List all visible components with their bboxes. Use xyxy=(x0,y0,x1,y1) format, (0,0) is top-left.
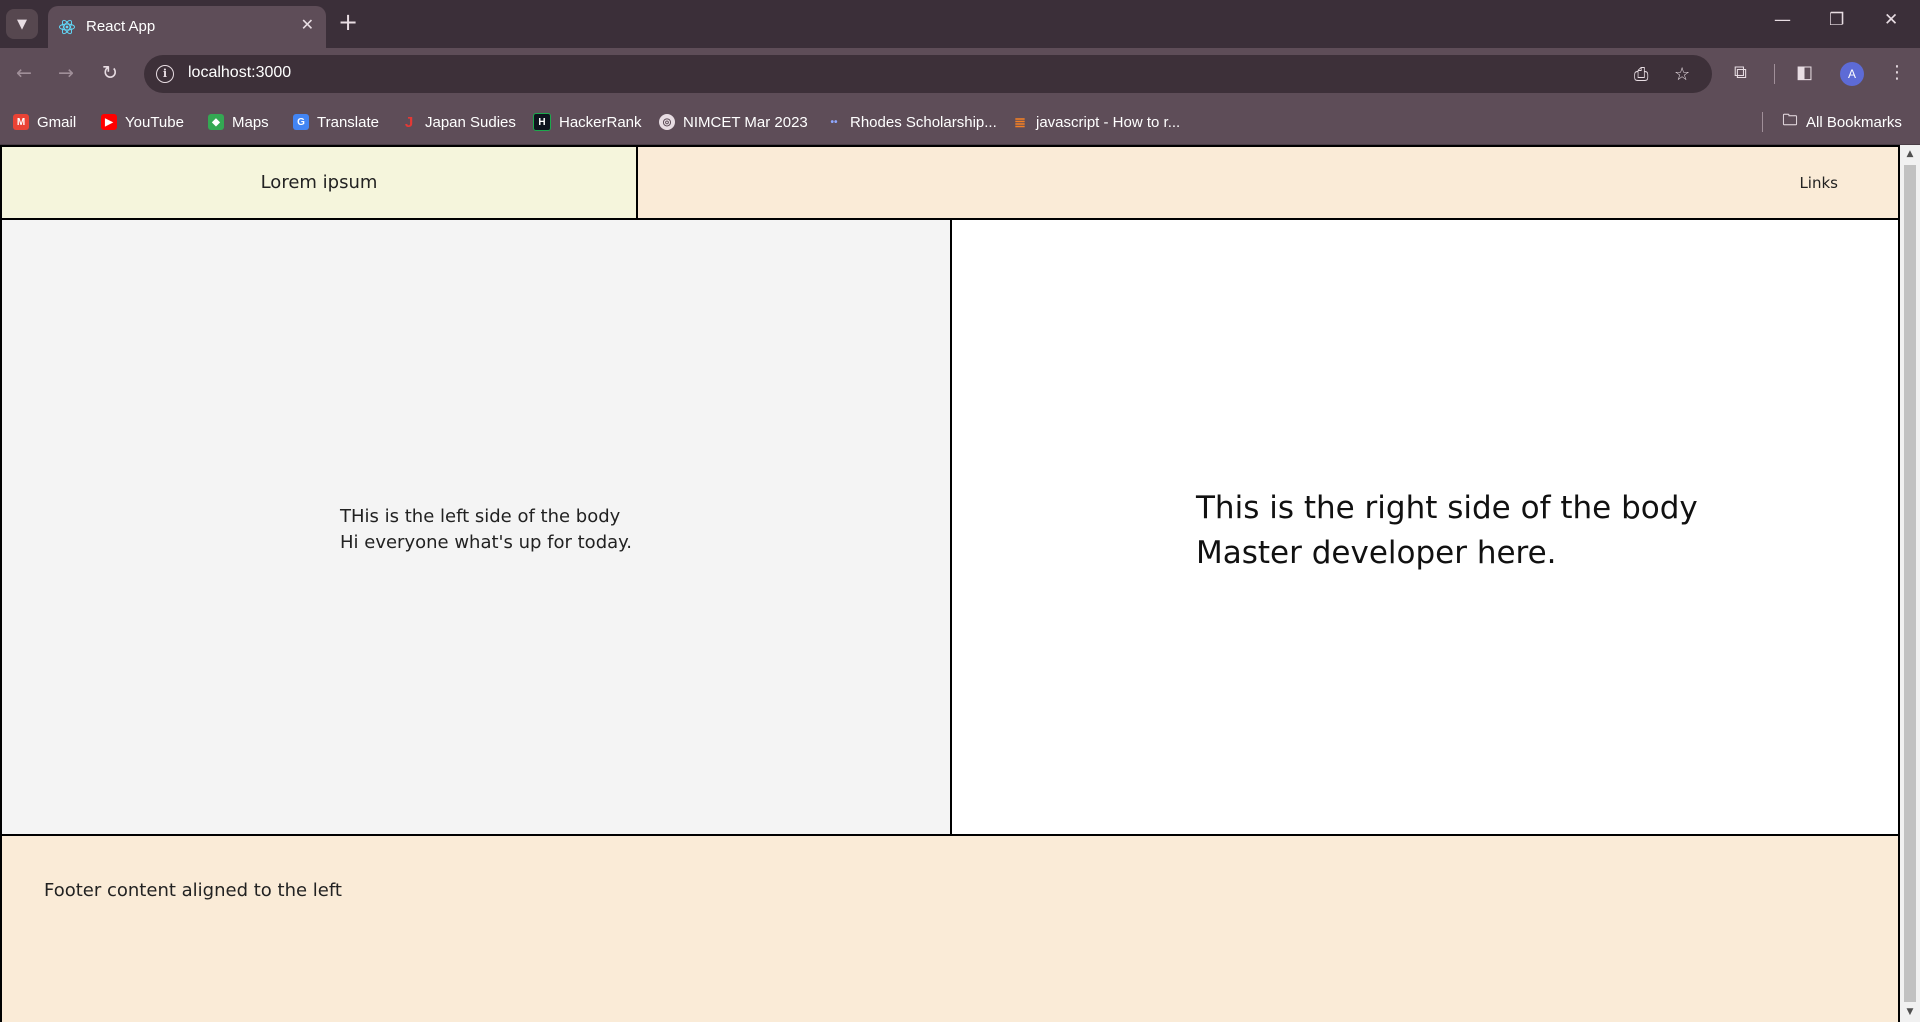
side-panel-icon[interactable]: ◧ xyxy=(1796,62,1813,83)
body-right-line-1: This is the right side of the body xyxy=(1196,490,1698,526)
bookmark-label: Maps xyxy=(232,113,269,131)
site-info-icon[interactable]: i xyxy=(156,65,174,83)
footer-text: Footer content aligned to the left xyxy=(44,880,342,901)
forward-icon[interactable]: → xyxy=(58,62,74,84)
bookmark-maps[interactable]: ◆ Maps xyxy=(208,111,269,133)
youtube-icon: ▶ xyxy=(101,114,117,130)
address-url[interactable]: localhost:3000 xyxy=(188,64,291,82)
all-bookmarks-button[interactable]: 🗀 All Bookmarks xyxy=(1782,111,1902,133)
tab-title: React App xyxy=(86,18,156,35)
body-left-text: THis is the left side of the body Hi eve… xyxy=(340,504,632,556)
toolbar-divider xyxy=(1774,64,1775,84)
browser-toolbar: ← → ↻ i localhost:3000 ⎙ ☆ ⧉ ◧ A ⋮ xyxy=(0,48,1920,100)
bookmark-stackoverflow[interactable]: ≣ javascript - How to r... xyxy=(1012,111,1180,133)
bookmark-translate[interactable]: G Translate xyxy=(293,111,379,133)
bookmark-label: YouTube xyxy=(125,113,184,131)
translate-icon: G xyxy=(293,114,309,130)
bookmark-japan-studies[interactable]: J Japan Sudies xyxy=(401,111,516,133)
body-left-line-2: Hi everyone what's up for today. xyxy=(340,532,632,553)
page-viewport: Lorem ipsum Links THis is the left side … xyxy=(0,145,1900,1022)
address-bar[interactable]: i localhost:3000 ⎙ ☆ xyxy=(144,55,1712,93)
star-icon[interactable]: ☆ xyxy=(1674,64,1690,85)
all-bookmarks-label: All Bookmarks xyxy=(1806,113,1902,131)
scrollbar-thumb[interactable] xyxy=(1904,165,1916,1002)
stackoverflow-icon: ≣ xyxy=(1014,113,1026,130)
globe-icon: ◎ xyxy=(659,114,675,130)
close-icon[interactable]: ✕ xyxy=(301,15,314,34)
hackerrank-icon: H xyxy=(533,113,551,131)
body-right-panel: This is the right side of the body Maste… xyxy=(951,220,1900,836)
tab-search-button[interactable]: ▼ xyxy=(6,9,38,39)
tab-strip: ▼ React App ✕ + — ❐ ✕ xyxy=(0,0,1920,48)
window-close-icon[interactable]: ✕ xyxy=(1884,10,1898,30)
bookmark-label: Rhodes Scholarship... xyxy=(850,113,997,131)
maps-icon: ◆ xyxy=(208,114,224,130)
page-title: Lorem ipsum xyxy=(260,172,378,193)
chevron-down-icon: ▼ xyxy=(17,16,27,32)
bookmark-label: javascript - How to r... xyxy=(1036,113,1181,131)
rhodes-icon: •• xyxy=(830,116,838,128)
folder-icon: 🗀 xyxy=(1782,111,1798,129)
japan-studies-icon: J xyxy=(404,113,414,131)
new-tab-button[interactable]: + xyxy=(338,10,358,34)
back-icon[interactable]: ← xyxy=(16,62,32,84)
react-icon xyxy=(59,19,75,35)
bookmarks-divider xyxy=(1762,112,1763,132)
more-menu-icon[interactable]: ⋮ xyxy=(1888,62,1906,83)
body-left-line-1: THis is the left side of the body xyxy=(340,506,621,527)
page-scrollbar[interactable]: ▲ ▼ xyxy=(1900,145,1920,1022)
bookmark-label: Translate xyxy=(317,113,379,131)
gmail-icon: M xyxy=(13,114,29,130)
header-brand: Lorem ipsum xyxy=(0,145,636,220)
restore-icon[interactable]: ❐ xyxy=(1829,10,1844,30)
bookmark-rhodes[interactable]: •• Rhodes Scholarship... xyxy=(826,111,997,133)
install-app-icon[interactable]: ⎙ xyxy=(1634,64,1648,85)
minimize-icon[interactable]: — xyxy=(1774,10,1791,30)
bookmark-label: NIMCET Mar 2023 xyxy=(683,113,808,131)
bookmark-label: Japan Sudies xyxy=(425,113,516,131)
body-right-line-2: Master developer here. xyxy=(1196,535,1557,571)
scroll-up-icon[interactable]: ▲ xyxy=(1904,149,1916,159)
footer: Footer content aligned to the left xyxy=(0,834,1900,1022)
browser-tab-active[interactable]: React App ✕ xyxy=(48,6,326,48)
extensions-icon[interactable]: ⧉ xyxy=(1734,62,1747,83)
links-text: Links xyxy=(1799,174,1838,192)
body-right-text: This is the right side of the body Maste… xyxy=(1196,486,1698,576)
bookmark-youtube[interactable]: ▶ YouTube xyxy=(101,111,184,133)
reload-icon[interactable]: ↻ xyxy=(102,62,118,84)
bookmark-hackerrank[interactable]: H HackerRank xyxy=(533,111,642,133)
body-left-panel: THis is the left side of the body Hi eve… xyxy=(0,220,951,836)
bookmark-label: Gmail xyxy=(37,113,77,131)
bookmark-label: HackerRank xyxy=(559,113,642,131)
bookmark-nimcet[interactable]: ◎ NIMCET Mar 2023 xyxy=(659,111,808,133)
header-nav: Links xyxy=(636,145,1900,220)
scroll-down-icon[interactable]: ▼ xyxy=(1904,1007,1916,1017)
avatar[interactable]: A xyxy=(1840,62,1864,86)
bookmarks-bar: M Gmail ▶ YouTube ◆ Maps G Translate J J… xyxy=(0,100,1920,145)
bookmark-gmail[interactable]: M Gmail xyxy=(13,111,76,133)
